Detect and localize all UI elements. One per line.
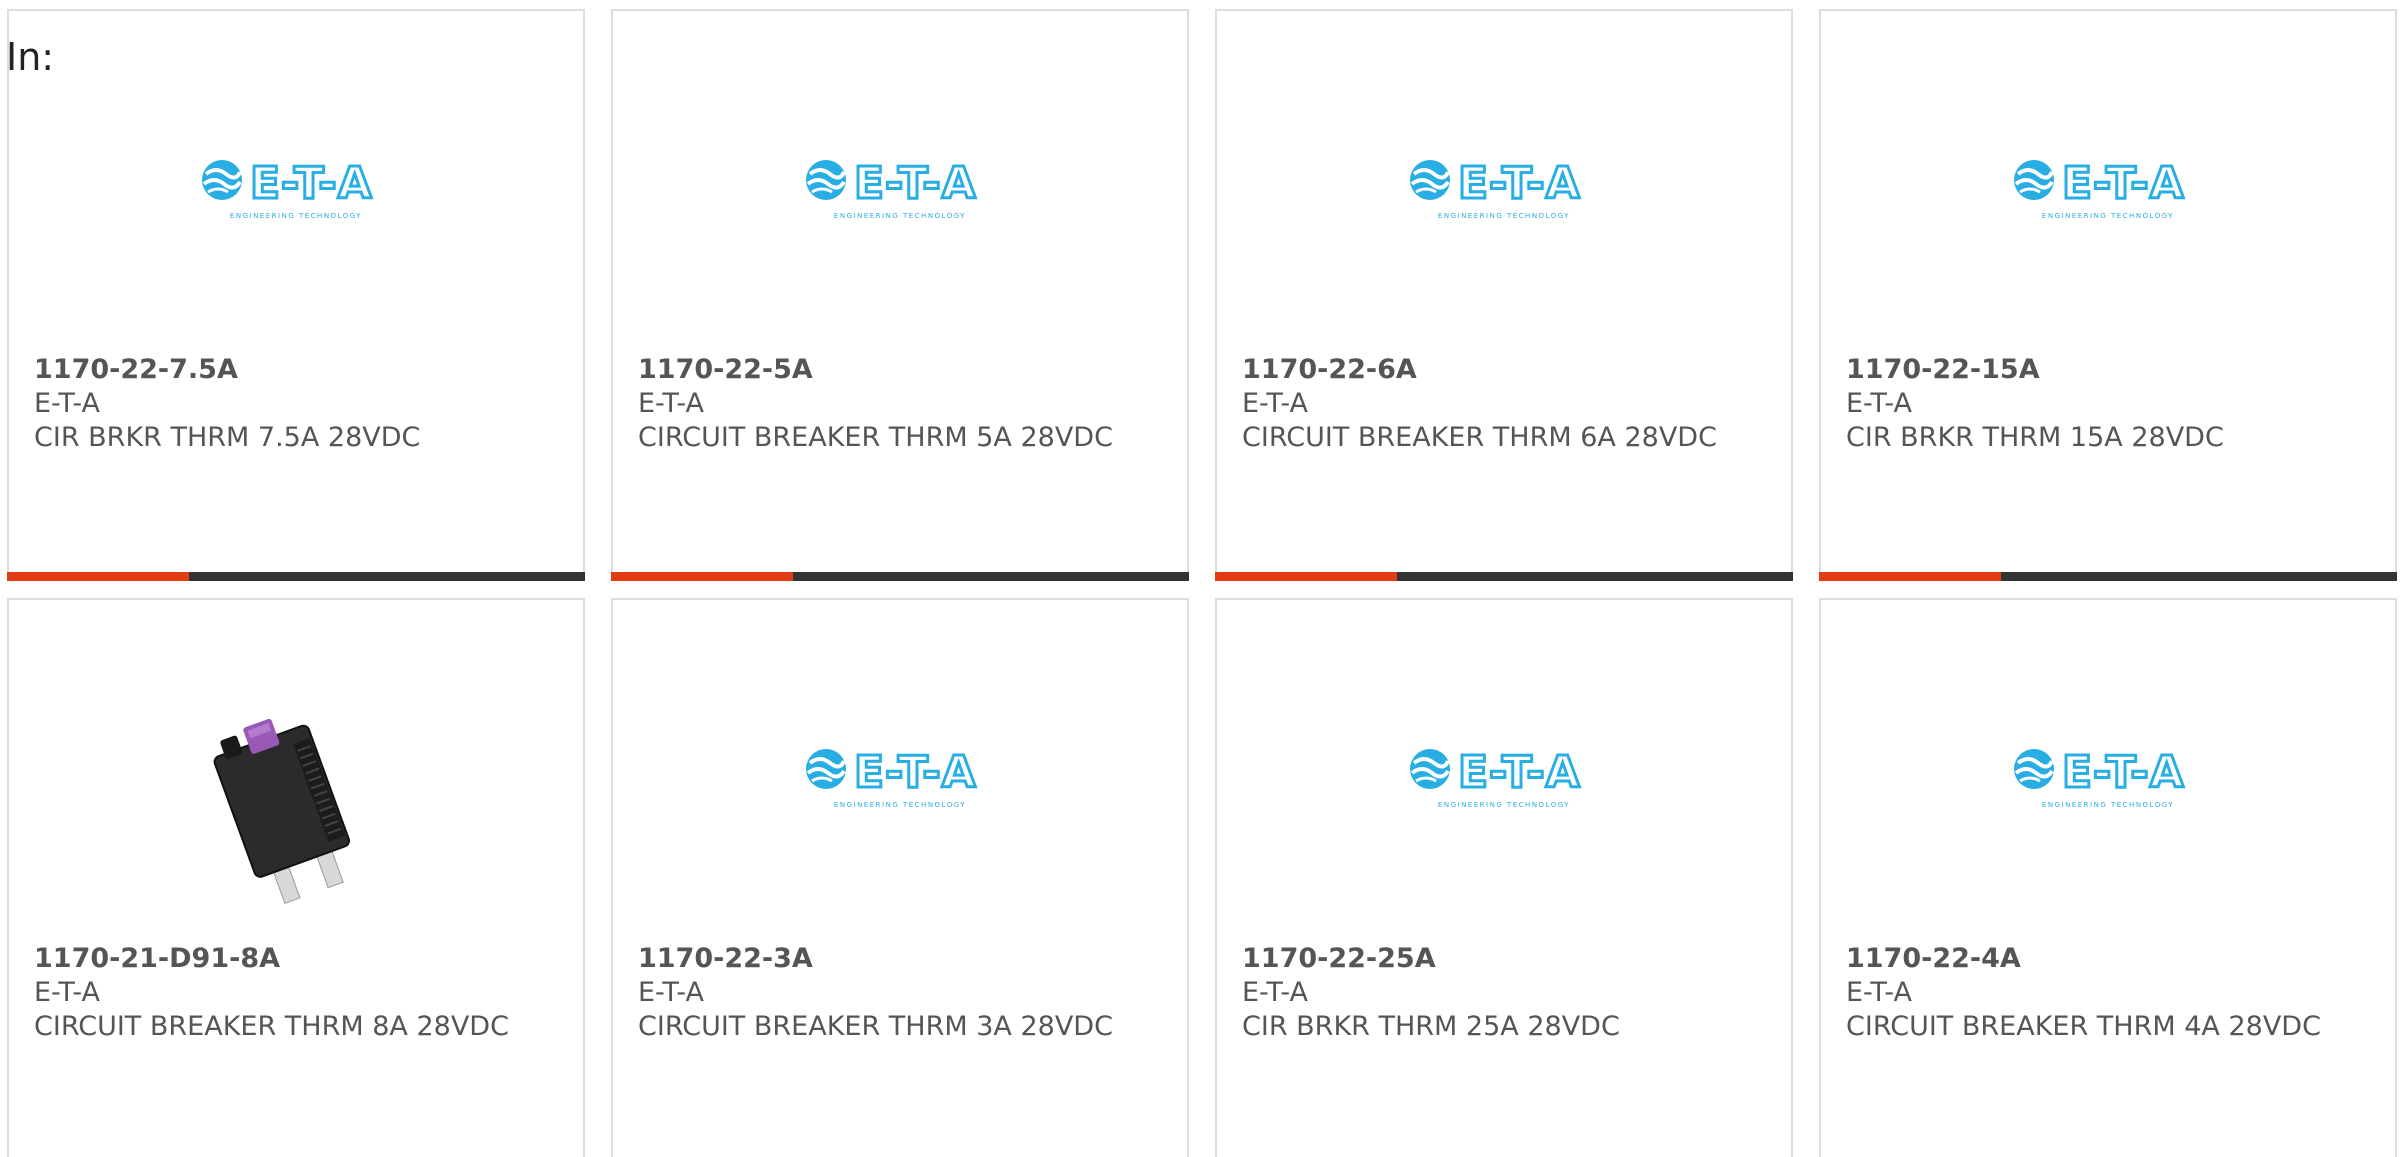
product-card[interactable]: E-T-A ENGINEERING TECHNOLOGY 1170-22-4A E…	[1819, 598, 2397, 1157]
svg-text:ENGINEERING TECHNOLOGY: ENGINEERING TECHNOLOGY	[2042, 801, 2174, 809]
manufacturer: E-T-A	[1846, 977, 1912, 1008]
svg-text:ENGINEERING TECHNOLOGY: ENGINEERING TECHNOLOGY	[230, 212, 362, 220]
eta-logo-icon: E-T-A ENGINEERING TECHNOLOGY	[800, 743, 1000, 817]
progress-bar-fill	[7, 572, 190, 581]
product-card[interactable]: E-T-A ENGINEERING TECHNOLOGY 1170-22-3A E…	[611, 598, 1189, 1157]
svg-text:ENGINEERING TECHNOLOGY: ENGINEERING TECHNOLOGY	[1438, 801, 1570, 809]
product-card[interactable]: E-T-A ENGINEERING TECHNOLOGY 1170-22-25A …	[1215, 598, 1793, 1157]
manufacturer: E-T-A	[1846, 388, 1912, 419]
product-card[interactable]: E-T-A ENGINEERING TECHNOLOGY 1170-22-7.5A…	[7, 9, 585, 581]
eta-logo-icon: E-T-A ENGINEERING TECHNOLOGY	[800, 154, 1000, 228]
part-number[interactable]: 1170-22-4A	[1846, 942, 2355, 976]
description: CIRCUIT BREAKER THRM 8A 28VDC	[34, 1011, 509, 1042]
part-number[interactable]: 1170-21-D91-8A	[34, 942, 543, 976]
progress-bar-fill	[1215, 572, 1398, 581]
progress-bar	[1819, 572, 2397, 581]
eta-logo-icon: E-T-A ENGINEERING TECHNOLOGY	[1404, 154, 1604, 228]
description: CIRCUIT BREAKER THRM 4A 28VDC	[1846, 1011, 2321, 1042]
product-image[interactable]: E-T-A ENGINEERING TECHNOLOGY	[1217, 91, 1791, 291]
progress-bar	[1215, 572, 1793, 581]
filter-label: In:	[6, 35, 55, 79]
svg-text:E-T-A: E-T-A	[250, 158, 373, 209]
eta-logo-icon: E-T-A ENGINEERING TECHNOLOGY	[1404, 743, 1604, 817]
progress-bar	[611, 572, 1189, 581]
svg-text:E-T-A: E-T-A	[1458, 747, 1581, 798]
product-image[interactable]: E-T-A ENGINEERING TECHNOLOGY	[613, 91, 1187, 291]
product-card[interactable]: E-T-A ENGINEERING TECHNOLOGY 1170-22-15A …	[1819, 9, 2397, 581]
description: CIR BRKR THRM 7.5A 28VDC	[34, 422, 421, 453]
part-number[interactable]: 1170-22-5A	[638, 353, 1147, 387]
description: CIRCUIT BREAKER THRM 3A 28VDC	[638, 1011, 1113, 1042]
part-number[interactable]: 1170-22-7.5A	[34, 353, 543, 387]
manufacturer: E-T-A	[1242, 977, 1308, 1008]
description: CIR BRKR THRM 25A 28VDC	[1242, 1011, 1620, 1042]
part-number[interactable]: 1170-22-15A	[1846, 353, 2355, 387]
description: CIRCUIT BREAKER THRM 5A 28VDC	[638, 422, 1113, 453]
eta-logo-icon: E-T-A ENGINEERING TECHNOLOGY	[196, 154, 396, 228]
part-number[interactable]: 1170-22-25A	[1242, 942, 1751, 976]
product-card[interactable]: 1170-21-D91-8A E-T-A CIRCUIT BREAKER THR…	[7, 598, 585, 1157]
eta-logo-icon: E-T-A ENGINEERING TECHNOLOGY	[2008, 743, 2208, 817]
manufacturer: E-T-A	[34, 388, 100, 419]
manufacturer: E-T-A	[34, 977, 100, 1008]
product-image[interactable]: E-T-A ENGINEERING TECHNOLOGY	[1821, 91, 2395, 291]
manufacturer: E-T-A	[638, 388, 704, 419]
product-image[interactable]	[9, 680, 583, 911]
description: CIR BRKR THRM 15A 28VDC	[1846, 422, 2224, 453]
product-card[interactable]: E-T-A ENGINEERING TECHNOLOGY 1170-22-6A E…	[1215, 9, 1793, 581]
description: CIRCUIT BREAKER THRM 6A 28VDC	[1242, 422, 1717, 453]
eta-logo-icon: E-T-A ENGINEERING TECHNOLOGY	[2008, 154, 2208, 228]
progress-bar-fill	[611, 572, 794, 581]
product-image[interactable]: E-T-A ENGINEERING TECHNOLOGY	[1217, 680, 1791, 880]
progress-bar	[7, 572, 585, 581]
svg-text:ENGINEERING TECHNOLOGY: ENGINEERING TECHNOLOGY	[834, 801, 966, 809]
svg-text:E-T-A: E-T-A	[2062, 747, 2185, 798]
svg-text:E-T-A: E-T-A	[2062, 158, 2185, 209]
manufacturer: E-T-A	[1242, 388, 1308, 419]
product-image[interactable]: E-T-A ENGINEERING TECHNOLOGY	[1821, 680, 2395, 880]
product-image[interactable]: E-T-A ENGINEERING TECHNOLOGY	[9, 91, 583, 291]
svg-text:E-T-A: E-T-A	[1458, 158, 1581, 209]
product-image[interactable]: E-T-A ENGINEERING TECHNOLOGY	[613, 680, 1187, 880]
product-card[interactable]: E-T-A ENGINEERING TECHNOLOGY 1170-22-5A E…	[611, 9, 1189, 581]
part-number[interactable]: 1170-22-6A	[1242, 353, 1751, 387]
part-number[interactable]: 1170-22-3A	[638, 942, 1147, 976]
svg-text:E-T-A: E-T-A	[854, 747, 977, 798]
svg-text:ENGINEERING TECHNOLOGY: ENGINEERING TECHNOLOGY	[834, 212, 966, 220]
svg-text:E-T-A: E-T-A	[854, 158, 977, 209]
progress-bar-fill	[1819, 572, 2002, 581]
product-grid-page: In: E-T-A ENGINEERING TECHNOLOGY 1170-22-…	[0, 0, 2400, 1157]
svg-text:ENGINEERING TECHNOLOGY: ENGINEERING TECHNOLOGY	[2042, 212, 2174, 220]
circuit-breaker-icon	[196, 711, 396, 911]
svg-text:ENGINEERING TECHNOLOGY: ENGINEERING TECHNOLOGY	[1438, 212, 1570, 220]
manufacturer: E-T-A	[638, 977, 704, 1008]
